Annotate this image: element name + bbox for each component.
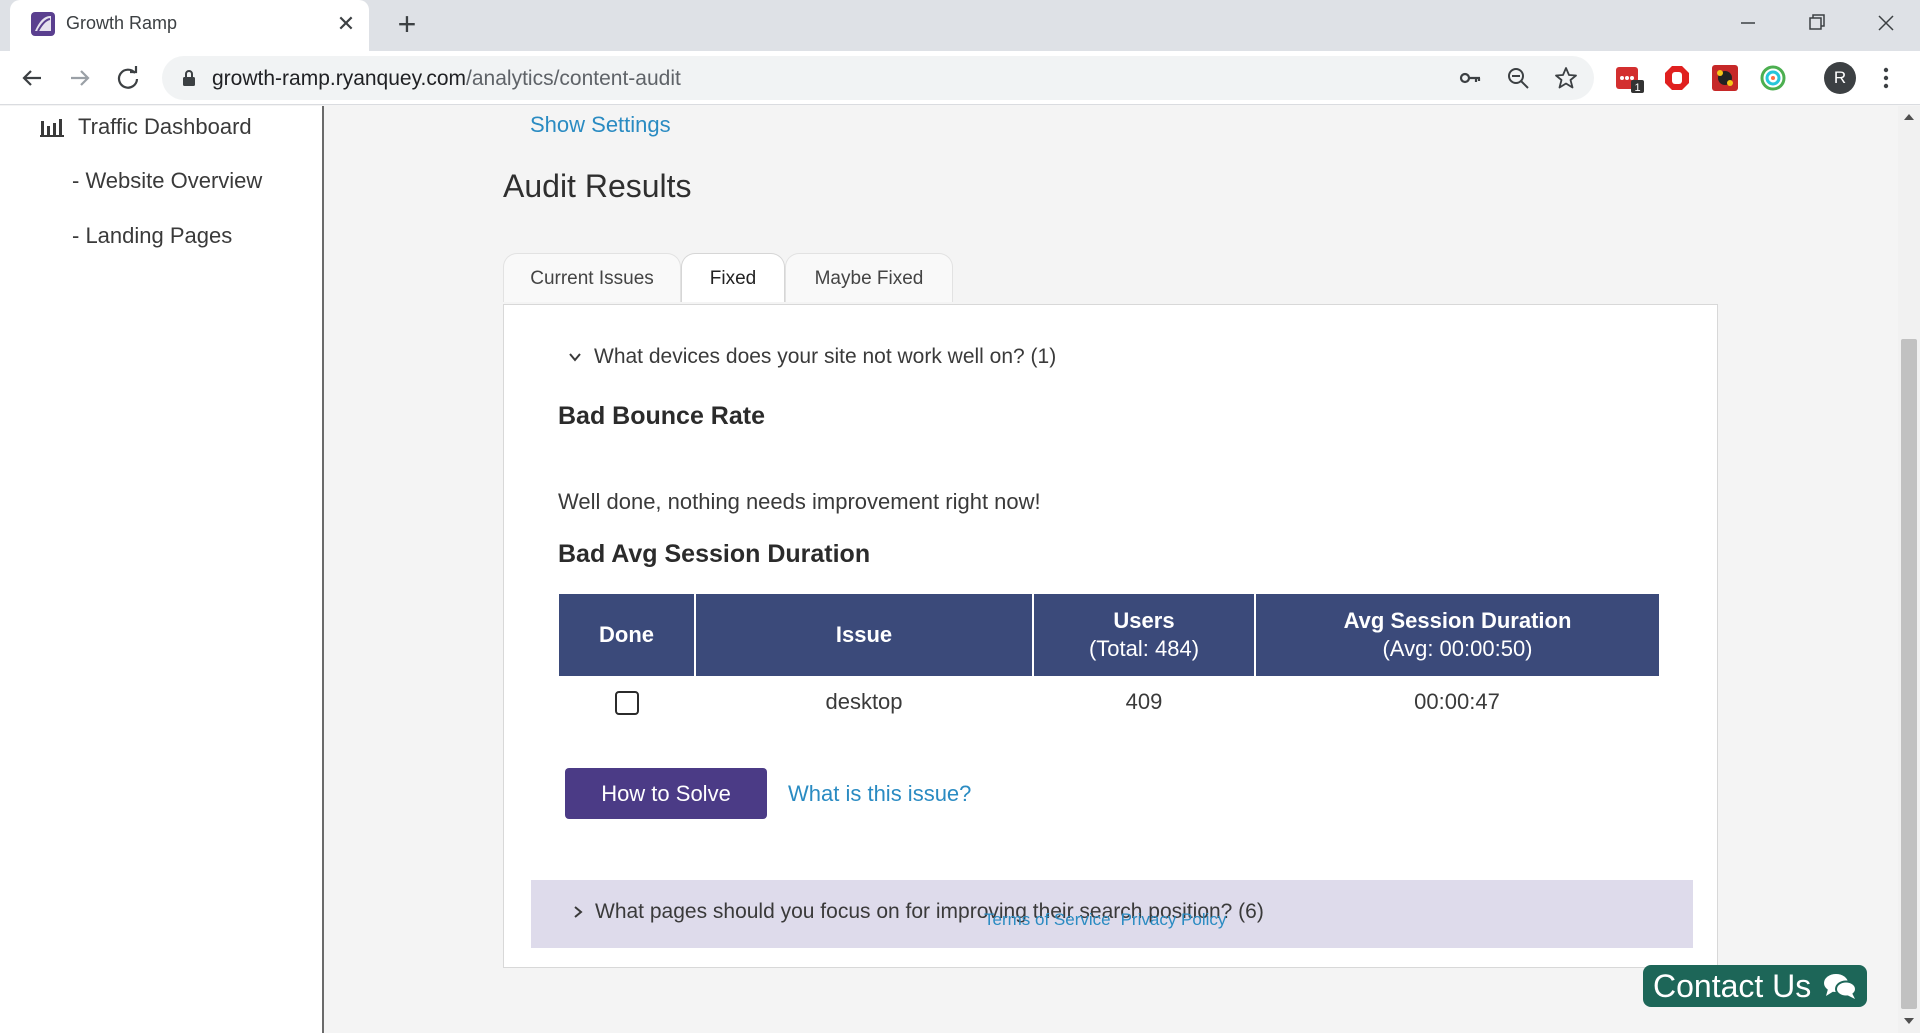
contact-us-button[interactable]: Contact Us <box>1643 965 1867 1007</box>
tab-fixed[interactable]: Fixed <box>681 253 785 302</box>
chevron-down-icon <box>569 353 581 362</box>
sidebar-item-label: Traffic Dashboard <box>78 114 252 139</box>
lock-icon <box>183 70 195 86</box>
tab-maybe-fixed[interactable]: Maybe Fixed <box>785 253 953 302</box>
chevron-right-icon <box>574 906 583 918</box>
key-icon[interactable] <box>1458 66 1482 90</box>
reload-icon[interactable] <box>112 62 144 94</box>
bounce-rate-heading: Bad Bounce Rate <box>558 402 765 430</box>
growth-ramp-favicon-icon <box>31 12 55 36</box>
privacy-link[interactable]: Privacy Policy <box>1121 910 1227 929</box>
new-tab-icon[interactable]: + <box>390 8 424 42</box>
col-users-label: Users <box>1113 608 1175 633</box>
sidebar-item-traffic-dashboard[interactable]: Traffic Dashboard <box>40 114 252 140</box>
done-cell <box>559 676 695 728</box>
restore-icon[interactable] <box>1796 6 1836 40</box>
done-checkbox[interactable] <box>615 691 639 716</box>
col-users-total: (Total: 484) <box>1088 636 1200 661</box>
scroll-down-icon[interactable] <box>1903 1016 1915 1026</box>
col-done: Done <box>559 594 696 676</box>
page-scrollbar[interactable] <box>1898 106 1920 1033</box>
back-icon[interactable] <box>16 62 48 94</box>
minimize-icon[interactable] <box>1728 6 1768 40</box>
scroll-up-icon[interactable] <box>1903 112 1915 122</box>
browser-tab[interactable]: Growth Ramp ✕ <box>10 0 369 51</box>
extension-bug-icon[interactable] <box>1710 63 1740 93</box>
forward-icon[interactable] <box>64 62 96 94</box>
sidebar-item-landing-pages[interactable]: - Landing Pages <box>72 223 232 249</box>
chat-bubbles-icon <box>1824 974 1857 999</box>
scrollbar-thumb[interactable] <box>1901 339 1917 1009</box>
show-settings-link[interactable]: Show Settings <box>530 112 671 138</box>
address-bar[interactable]: growth-ramp.ryanquey.com/analytics/conte… <box>162 56 1594 100</box>
tab-title: Growth Ramp <box>66 13 178 33</box>
zoom-out-icon[interactable] <box>1506 66 1530 90</box>
adblock-icon[interactable] <box>1662 63 1692 93</box>
browser-menu-icon[interactable] <box>1878 64 1894 92</box>
question-devices-label: What devices does your site not work wel… <box>594 345 1057 368</box>
footer-links: Terms of Service Privacy Policy <box>984 910 1236 930</box>
contact-us-label: Contact Us <box>1653 968 1812 1004</box>
profile-avatar[interactable]: R <box>1824 62 1856 94</box>
col-issue: Issue <box>695 594 1034 676</box>
table-row: desktop 409 00:00:47 <box>559 676 1659 728</box>
extension-badge: 1 <box>1634 82 1640 93</box>
col-duration: Avg Session Duration (Avg: 00:00:50) <box>1255 594 1659 676</box>
url-text: growth-ramp.ryanquey.com/analytics/conte… <box>212 67 681 91</box>
col-duration-label: Avg Session Duration <box>1343 608 1572 633</box>
col-duration-avg: (Avg: 00:00:50) <box>1382 636 1533 661</box>
audit-panel: What devices does your site not work wel… <box>503 304 1718 968</box>
col-users: Users (Total: 484) <box>1033 594 1256 676</box>
close-window-icon[interactable] <box>1866 6 1906 40</box>
sidebar-item-website-overview[interactable]: - Website Overview <box>72 168 262 194</box>
what-is-this-issue-link[interactable]: What is this issue? <box>788 781 971 807</box>
url-path: /analytics/content-audit <box>466 67 681 90</box>
page-title: Audit Results <box>503 168 692 204</box>
issues-table: Done Issue Users (Total: 484) Avg Session… <box>559 594 1659 728</box>
issue-cell: desktop <box>825 689 903 714</box>
extension-target-icon[interactable] <box>1758 63 1788 93</box>
bounce-rate-message: Well done, nothing needs improvement rig… <box>558 489 1041 514</box>
duration-cell: 00:00:47 <box>1414 689 1500 714</box>
session-duration-heading: Bad Avg Session Duration <box>558 540 871 568</box>
extension-todo-icon[interactable]: 1 <box>1614 63 1644 93</box>
users-cell: 409 <box>1125 689 1163 714</box>
bar-chart-icon <box>40 119 64 137</box>
bookmark-star-icon[interactable] <box>1554 66 1578 90</box>
table-header-row: Done Issue Users (Total: 484) Avg Session… <box>559 594 1659 676</box>
page-viewport: Traffic Dashboard - Website Overview - L… <box>0 106 1898 1033</box>
question-devices-toggle[interactable]: What devices does your site not work wel… <box>568 345 1056 369</box>
tab-current-issues[interactable]: Current Issues <box>503 253 681 302</box>
how-to-solve-button[interactable]: How to Solve <box>565 768 767 819</box>
terms-link[interactable]: Terms of Service <box>984 910 1111 929</box>
close-tab-icon[interactable]: ✕ <box>332 10 360 38</box>
browser-toolbar: growth-ramp.ryanquey.com/analytics/conte… <box>0 51 1920 105</box>
browser-tab-strip: Growth Ramp ✕ + <box>0 0 1920 51</box>
sidebar: Traffic Dashboard - Website Overview - L… <box>0 106 324 1033</box>
url-host: growth-ramp.ryanquey.com <box>212 67 467 90</box>
